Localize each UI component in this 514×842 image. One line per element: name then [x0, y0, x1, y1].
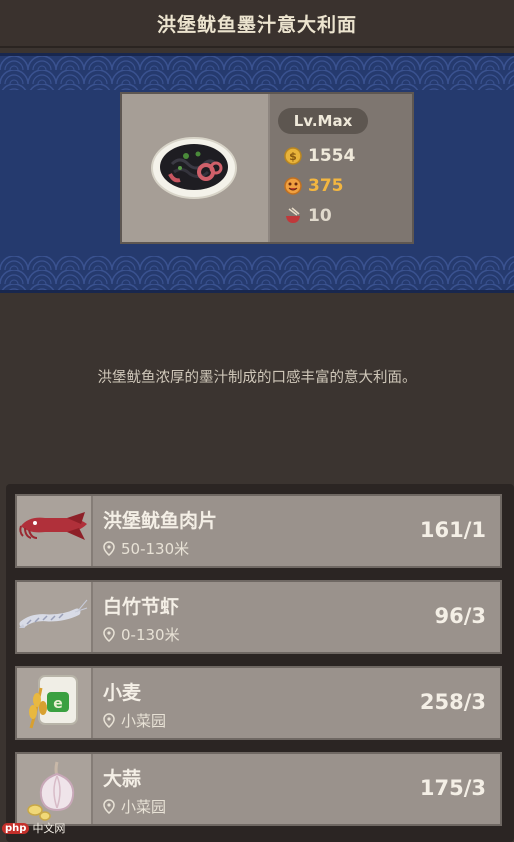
level-badge: Lv.Max: [278, 108, 368, 134]
page-title: 洪堡鱿鱼墨汁意大利面: [156, 13, 357, 36]
ingredient-row-wheat[interactable]: e 小麦 小菜园 258/3: [15, 666, 502, 740]
ingredient-location-text: 50-130米: [121, 540, 190, 558]
bowl-value: 10: [308, 206, 332, 226]
flavor-value: 375: [308, 176, 344, 196]
location-pin-icon: [103, 799, 115, 814]
coin-icon: $: [284, 147, 302, 165]
flavor-face-icon: [284, 177, 302, 195]
wheat-bag-icon: e: [29, 675, 78, 729]
ingredient-location-text: 小菜园: [121, 712, 167, 730]
ingredient-location: 小菜园: [103, 796, 166, 817]
location-pin-icon: [103, 627, 115, 642]
wave-pattern-top: [0, 56, 514, 90]
location-pin-icon: [103, 713, 115, 728]
coin-stat: $ 1554: [284, 144, 355, 168]
ingredient-row-garlic[interactable]: 大蒜 小菜园 175/3: [15, 752, 502, 826]
squid-ink-pasta-plate-icon: [151, 137, 237, 199]
flavor-stat: 375: [284, 174, 344, 198]
bowl-icon: [286, 207, 300, 223]
ingredient-quantity: 175/3: [419, 776, 486, 800]
ingredient-quantity: 96/3: [434, 604, 486, 628]
squid-icon: [19, 512, 87, 540]
dish-card[interactable]: Lv.Max $ 1554 375 10: [120, 92, 414, 244]
wave-pattern-bottom: [0, 256, 514, 290]
dish-image-box: [122, 94, 270, 242]
ingredient-icon-box: [17, 496, 93, 566]
dish-banner: Lv.Max $ 1554 375 10: [0, 53, 514, 293]
svg-text:$: $: [289, 150, 297, 163]
ingredient-location: 50-130米: [103, 538, 189, 559]
garlic-icon: [27, 761, 75, 821]
watermark-logo: php: [2, 822, 30, 834]
ingredient-name: 大蒜: [103, 768, 142, 790]
ingredient-icon-box: [17, 754, 93, 824]
ingredient-name: 小麦: [103, 682, 142, 704]
ingredient-row-squid[interactable]: 洪堡鱿鱼肉片 50-130米 161/1: [15, 494, 502, 568]
ingredient-location: 小菜园: [103, 710, 166, 731]
dish-description: 洪堡鱿鱼浓厚的墨汁制成的口感丰富的意大利面。: [97, 370, 417, 386]
bowl-stat: 10: [284, 204, 332, 228]
ingredient-icon-box: [17, 582, 93, 652]
ingredient-quantity: 161/1: [419, 518, 486, 542]
shrimp-icon: [19, 599, 88, 628]
ingredient-icon-box: e: [17, 668, 93, 738]
ingredient-name: 洪堡鱿鱼肉片: [103, 510, 218, 532]
ingredient-location: 0-130米: [103, 624, 180, 645]
title-bar: 洪堡鱿鱼墨汁意大利面: [0, 0, 514, 48]
coin-value: 1554: [308, 146, 356, 166]
ingredient-row-shrimp[interactable]: 白竹节虾 0-130米 96/3: [15, 580, 502, 654]
svg-text:e: e: [53, 696, 63, 712]
ingredient-quantity: 258/3: [419, 690, 486, 714]
ingredient-location-text: 0-130米: [121, 626, 180, 644]
ingredient-list: 洪堡鱿鱼肉片 50-130米 161/1 白竹节虾 0-130米 96/3 e …: [6, 484, 514, 842]
ingredient-location-text: 小菜园: [121, 798, 167, 816]
location-pin-icon: [103, 541, 115, 556]
watermark: php 中文网: [2, 820, 65, 836]
ingredient-name: 白竹节虾: [103, 596, 180, 618]
watermark-text: 中文网: [32, 822, 66, 835]
